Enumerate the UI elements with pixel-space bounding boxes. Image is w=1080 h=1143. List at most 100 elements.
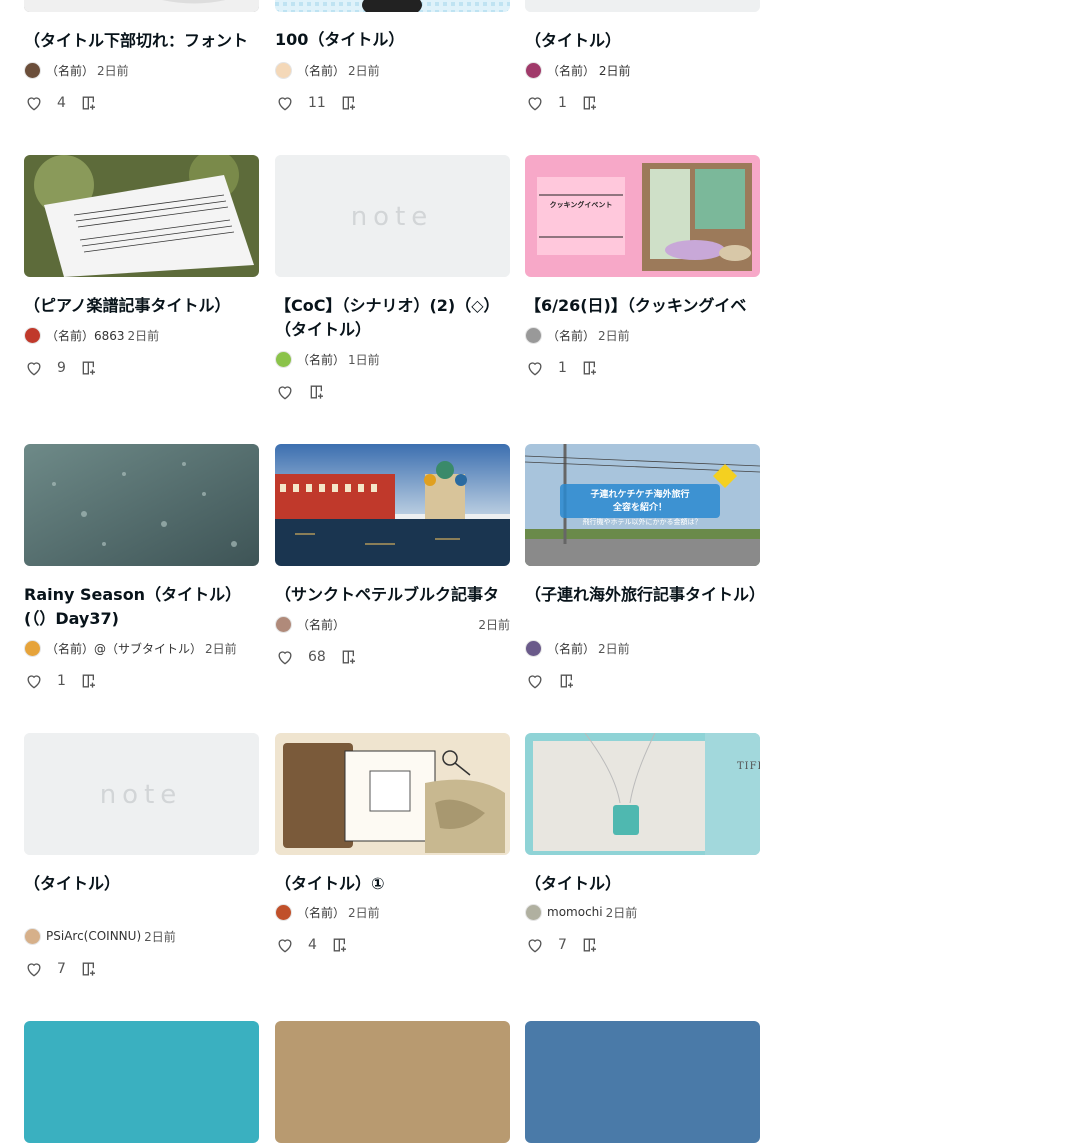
thumbnail[interactable] [525,1021,760,1143]
thumbnail[interactable] [275,0,510,12]
thumbnail[interactable]: TIFFANY& [525,733,760,855]
add-to-magazine-button[interactable] [581,358,601,378]
thumbnail[interactable] [275,444,510,566]
thumbnail[interactable]: クッキングイベント [525,155,760,277]
note-actions: 4 [24,91,100,115]
note-title[interactable]: （タイトル） [525,872,760,896]
post-time: 2日前 [205,641,237,656]
note-actions: 7 [24,957,100,981]
note-title[interactable]: Rainy Season（タイトル）(（）Day37) [24,583,259,631]
like-button[interactable] [275,382,295,402]
note-title[interactable]: （子連れ海外旅行記事タイトル） [525,583,760,631]
add-to-magazine-icon [583,938,596,952]
like-count: 7 [558,937,567,953]
note-actions: 68 [275,645,360,669]
note-title[interactable]: （タイトル下部切れ：フォントの日本語文字） [24,29,259,53]
avatar[interactable] [275,903,292,921]
thumbnail[interactable]: note [24,733,259,855]
thumbnail[interactable] [275,733,510,855]
add-to-magazine-icon [82,674,95,688]
note-title[interactable]: （タイトル） [525,29,760,53]
add-to-magazine-button[interactable] [80,671,100,691]
add-to-magazine-button[interactable] [308,382,328,402]
note-actions: 1 [525,91,601,115]
note-actions: 1 [525,356,601,380]
avatar[interactable] [525,639,542,657]
add-to-magazine-icon [583,96,596,110]
add-to-magazine-icon [342,96,355,110]
note-meta: （名前） 2日前 [525,325,760,345]
like-count: 11 [308,95,326,111]
note-actions: 9 [24,356,100,380]
like-button[interactable] [275,93,295,113]
author-name[interactable]: （名前） [297,616,465,633]
thumbnail[interactable] [24,444,259,566]
note-meta: （名前） 2日前 [525,60,760,80]
author-name[interactable]: （名前）6863 [46,327,125,344]
thumbnail[interactable] [275,1021,510,1143]
author-name[interactable]: （名前） [547,327,595,344]
add-to-magazine-button[interactable] [80,93,100,113]
thumbnail[interactable] [24,1021,259,1143]
like-button[interactable] [525,93,545,113]
thumbnail[interactable]: note [275,155,510,277]
avatar[interactable] [525,61,542,79]
heart-icon [528,362,542,376]
author-name[interactable]: （名前） 2日前 [547,62,630,79]
add-to-magazine-button[interactable] [340,647,360,667]
add-to-magazine-button[interactable] [80,358,100,378]
avatar[interactable] [24,639,41,657]
tiffany-logo: TIFFANY& [737,761,760,772]
avatar[interactable] [275,615,292,633]
thumbnail[interactable] [24,0,259,12]
like-button[interactable] [24,358,44,378]
note-title[interactable]: （サンクトペテルブルク記事タイトル） [275,583,510,607]
add-to-magazine-button[interactable] [581,935,601,955]
add-to-magazine-icon [560,674,573,688]
note-title[interactable]: 【6/26(日)】（クッキングイベント）♪ [525,294,760,318]
thumbnail[interactable]: 子連れケチケチ海外旅行 全容を紹介！ 飛行機やホテル以外にかかる金額は？ [525,444,760,566]
thumbnail[interactable] [525,0,760,12]
travel-line1: 子連れケチケチ海外旅行 [590,488,689,500]
add-to-magazine-button[interactable] [581,93,601,113]
note-title[interactable]: （ピアノ楽譜記事タイトル） [24,294,259,318]
like-button[interactable] [24,671,44,691]
add-to-magazine-button[interactable] [80,959,100,979]
avatar[interactable] [525,903,542,921]
author-name[interactable]: （名前） [46,62,94,79]
add-to-magazine-button[interactable] [331,935,351,955]
note-title[interactable]: （タイトル）① [275,872,510,896]
author-name[interactable]: （名前） [547,640,595,657]
note-title[interactable]: （タイトル） [24,872,259,920]
avatar[interactable] [24,326,41,344]
note-title[interactable]: 【CoC】（シナリオ）(2)（◇）（タイトル） [275,294,510,342]
avatar[interactable] [525,326,542,344]
like-button[interactable] [24,93,44,113]
author-name[interactable]: momochi [547,905,603,919]
author-name[interactable]: PSiArc(COINNU) [46,929,141,943]
author-name[interactable]: （名前） [297,62,345,79]
avatar[interactable] [24,61,41,79]
add-to-magazine-button[interactable] [558,671,578,691]
like-count: 68 [308,649,326,665]
author-name[interactable]: （名前） [297,904,345,921]
like-button[interactable] [525,358,545,378]
avatar[interactable] [24,927,41,945]
thumbnail[interactable] [24,155,259,277]
like-button[interactable] [525,671,545,691]
avatar[interactable] [275,61,292,79]
like-button[interactable] [275,935,295,955]
author-name[interactable]: （名前） [297,351,345,368]
avatar[interactable] [275,350,292,368]
like-button[interactable] [525,935,545,955]
post-time: 1日前 [348,352,380,367]
note-meta: （名前） 2日前 [275,614,510,634]
author-name[interactable]: （名前）@（サブタイトル） [46,640,202,657]
like-button[interactable] [24,959,44,979]
add-to-magazine-button[interactable] [340,93,360,113]
like-button[interactable] [275,647,295,667]
like-count: 1 [558,95,567,111]
note-meta: （名前） 2日前 [525,638,760,658]
like-count: 4 [57,95,66,111]
note-title[interactable]: 100（タイトル） [275,28,510,52]
